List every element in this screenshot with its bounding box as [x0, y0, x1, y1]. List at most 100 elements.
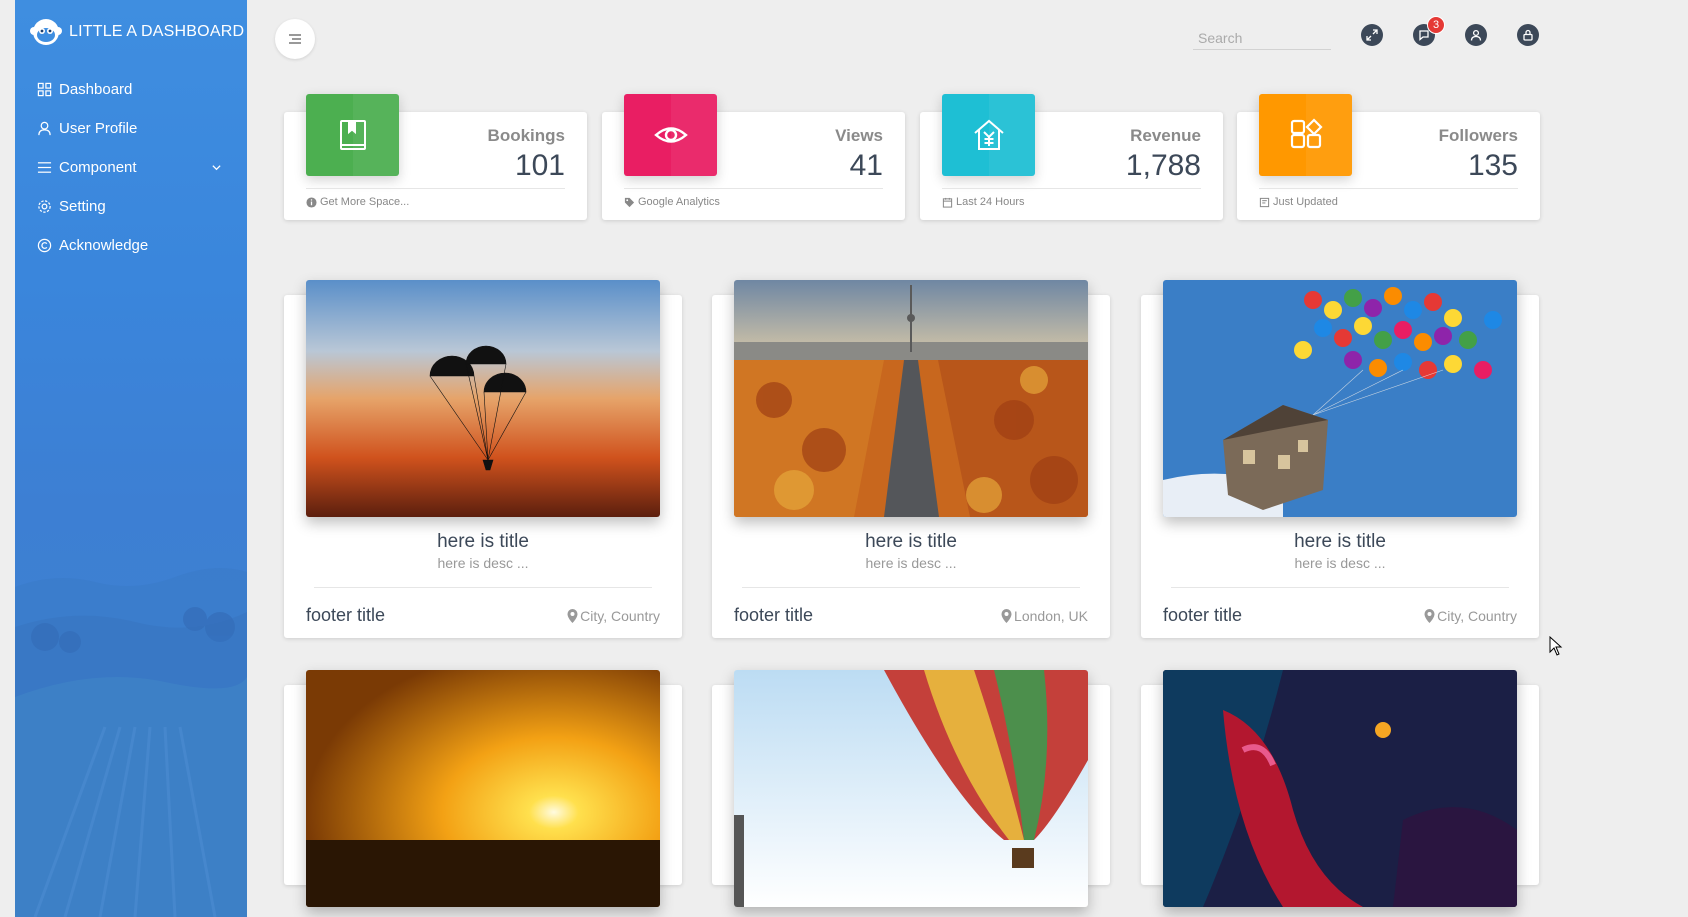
sidebar-item-label: User Profile — [59, 120, 138, 137]
divider — [1171, 587, 1509, 588]
sidebar: LITTLE A DASHBOARD Dashboard User Profil… — [15, 0, 247, 917]
stat-label: Revenue — [1130, 126, 1201, 145]
sidebar-nav: Dashboard User Profile Component Setting… — [15, 70, 247, 265]
sidebar-item-label: Setting — [59, 198, 106, 215]
stat-footer-text: Google Analytics — [638, 196, 720, 208]
card-title: here is title — [865, 531, 957, 552]
stat-card-views: Views 41 Google Analytics — [602, 94, 905, 220]
sidebar-item-dashboard[interactable]: Dashboard — [15, 70, 247, 109]
sidebar-item-user-profile[interactable]: User Profile — [15, 109, 247, 148]
apps-icon — [1290, 118, 1323, 149]
abstract-art-image — [1163, 670, 1517, 907]
lock-button[interactable] — [1517, 24, 1539, 46]
card-image-parachutes[interactable] — [306, 280, 660, 517]
monkey-logo-icon — [30, 19, 62, 45]
card-footer-title: footer title — [1163, 605, 1243, 625]
divider — [942, 188, 1201, 189]
card-footer-title: footer title — [306, 605, 386, 625]
image-card[interactable] — [284, 670, 682, 907]
sunset-image — [306, 670, 660, 907]
card-location: London, UK — [1001, 608, 1088, 624]
stat-footer-text: Last 24 Hours — [956, 196, 1025, 208]
stat-icon-box — [624, 94, 717, 176]
copyright-icon — [37, 238, 52, 253]
stat-value: 1,788 — [1125, 149, 1201, 182]
sidebar-background-landscape — [15, 568, 247, 917]
stat-label: Bookings — [487, 126, 565, 145]
sidebar-item-label: Acknowledge — [59, 237, 149, 254]
lock-icon — [1523, 29, 1533, 41]
image-card[interactable] — [712, 670, 1110, 907]
stat-value: 101 — [514, 149, 565, 182]
card-location: City, Country — [567, 608, 660, 624]
balloon-house-image — [1163, 280, 1517, 517]
fullscreen-button[interactable] — [1361, 24, 1383, 46]
info-icon — [306, 196, 317, 208]
card-location: City, Country — [1424, 608, 1517, 624]
sidebar-item-label: Component — [59, 159, 137, 176]
user-menu-button[interactable] — [1465, 24, 1487, 46]
stat-value: 135 — [1467, 149, 1518, 182]
menu-toggle-button[interactable] — [275, 19, 315, 59]
eye-icon — [653, 127, 688, 143]
user-icon — [1470, 29, 1482, 41]
mouse-cursor-icon — [1549, 636, 1563, 656]
stat-footer[interactable]: Google Analytics — [624, 196, 720, 208]
user-icon — [38, 121, 51, 136]
location-pin-icon — [1001, 609, 1012, 623]
stat-label: Followers — [1438, 126, 1518, 145]
card-desc: here is desc ... — [437, 555, 529, 571]
card-image-city[interactable] — [734, 280, 1088, 517]
sidebar-item-acknowledge[interactable]: Acknowledge — [15, 226, 247, 265]
brand[interactable]: LITTLE A DASHBOARD — [29, 16, 244, 48]
search-input[interactable] — [1193, 26, 1331, 50]
card-image-balloon-house[interactable] — [1163, 280, 1517, 517]
sidebar-item-component[interactable]: Component — [15, 148, 247, 187]
parachute-sunset-image — [306, 280, 660, 517]
stat-footer[interactable]: Just Updated — [1259, 196, 1338, 208]
card-title: here is title — [437, 531, 529, 552]
calendar-icon — [942, 197, 953, 208]
stat-value: 41 — [849, 149, 883, 182]
card-location-text: City, Country — [580, 608, 660, 624]
card-location-text: London, UK — [1014, 608, 1088, 624]
stat-card-bookings: Bookings 101 Get More Space... — [284, 94, 587, 220]
card-image-hot-air-balloon[interactable] — [734, 670, 1088, 907]
stat-card-revenue: Revenue 1,788 Last 24 Hours — [920, 94, 1223, 220]
grid-icon — [37, 82, 52, 97]
card-image-abstract[interactable] — [1163, 670, 1517, 907]
menu-icon — [289, 34, 301, 44]
image-card[interactable]: here is title here is desc ... footer ti… — [1141, 280, 1539, 638]
hot-air-balloon-image — [734, 670, 1088, 907]
stat-card-followers: Followers 135 Just Updated — [1237, 94, 1540, 220]
stat-label: Views — [835, 126, 883, 145]
stat-footer-text: Just Updated — [1273, 196, 1338, 208]
location-pin-icon — [567, 609, 578, 623]
stat-icon-box — [306, 94, 399, 176]
location-pin-icon — [1424, 609, 1435, 623]
divider — [1259, 188, 1518, 189]
list-icon — [37, 162, 52, 173]
card-image-sunset[interactable] — [306, 670, 660, 907]
sidebar-item-label: Dashboard — [59, 81, 133, 98]
card-desc: here is desc ... — [865, 555, 957, 571]
stat-icon-box — [942, 94, 1035, 176]
card-footer-title: footer title — [734, 605, 814, 625]
divider — [314, 587, 652, 588]
brand-title: LITTLE A DASHBOARD — [69, 23, 245, 40]
image-card[interactable] — [1141, 670, 1539, 907]
card-location-text: City, Country — [1437, 608, 1517, 624]
card-title: here is title — [1294, 531, 1386, 552]
stat-footer[interactable]: Last 24 Hours — [942, 196, 1024, 208]
chevron-down-icon[interactable] — [211, 162, 222, 173]
book-icon — [339, 120, 366, 150]
notification-badge: 3 — [1427, 16, 1445, 34]
gear-icon — [38, 200, 51, 213]
image-card[interactable]: here is title here is desc ... footer ti… — [712, 280, 1110, 638]
autumn-city-image — [734, 280, 1088, 517]
divider — [742, 587, 1080, 588]
image-card[interactable]: here is title here is desc ... footer ti… — [284, 280, 682, 638]
divider — [306, 188, 565, 189]
sidebar-item-setting[interactable]: Setting — [15, 187, 247, 226]
stat-footer[interactable]: Get More Space... — [306, 196, 409, 208]
